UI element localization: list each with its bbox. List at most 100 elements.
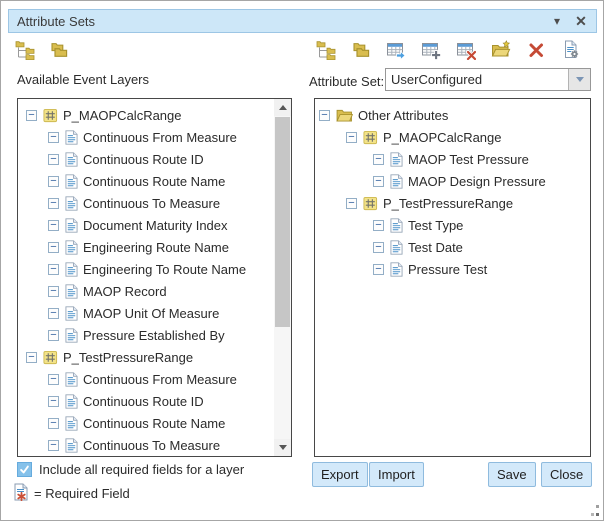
tree-item[interactable]: −MAOP Record [18,280,291,302]
folder-new-icon[interactable] [491,40,511,60]
arrow-down-icon [279,445,287,450]
arrow-up-icon [279,105,287,110]
scroll-down-button[interactable] [274,439,291,456]
collapse-toggle-icon[interactable]: − [48,264,59,275]
vertical-scrollbar[interactable] [274,99,291,456]
include-required-fields-checkbox[interactable] [17,462,32,477]
tree-item[interactable]: − P_TestPressureRange [315,192,590,214]
tree-item[interactable]: −P_MAOPCalcRange [18,104,291,126]
left-toolbar [15,40,69,60]
tree-item[interactable]: − Test Type [315,214,590,236]
collapse-toggle-icon[interactable]: − [26,110,37,121]
required-field-icon [12,483,30,501]
attribute-sets-dialog: Attribute Sets ▾ ✕ Available Event Layer… [0,0,604,521]
collapse-toggle-icon[interactable]: − [48,176,59,187]
collapse-toggle-icon[interactable]: − [48,396,59,407]
collapse-toggle-icon[interactable]: − [48,198,59,209]
collapse-all-icon[interactable] [351,40,371,60]
window-titlebar[interactable]: Attribute Sets ▾ ✕ [8,9,597,33]
collapse-toggle-icon[interactable]: − [48,154,59,165]
tree-item[interactable]: −Other Attributes [315,104,590,126]
collapse-toggle-icon[interactable]: − [346,198,357,209]
collapse-toggle-icon[interactable]: − [48,242,59,253]
tree-item[interactable]: −Continuous Route Name [18,412,291,434]
collapse-all-icon[interactable] [49,40,69,60]
tree-item-label: P_MAOPCalcRange [383,130,502,145]
collapse-toggle-icon[interactable]: − [26,352,37,363]
file-settings-icon[interactable] [561,40,581,60]
field-icon [65,438,78,453]
tree-item[interactable]: −MAOP Test Pressure [315,148,590,170]
tree-item[interactable]: − P_TestPressureRange [18,346,291,368]
collapse-toggle-icon[interactable]: − [373,242,384,253]
collapse-toggle-icon[interactable]: − [48,418,59,429]
table-remove-icon[interactable] [456,40,476,60]
field-icon [65,262,78,277]
event-layer-icon [43,350,58,365]
collapse-toggle-icon[interactable]: − [319,110,330,121]
table-export-icon[interactable] [386,40,406,60]
expand-all-icon[interactable] [316,40,336,60]
collapse-toggle-icon[interactable]: − [48,440,59,451]
tree-item-label: P_TestPressureRange [63,350,193,365]
collapse-toggle-icon[interactable]: − [373,220,384,231]
resize-grip[interactable] [587,505,599,516]
tree-item[interactable]: −Continuous From Measure [18,126,291,148]
collapse-toggle-icon[interactable]: − [373,154,384,165]
attribute-set-tree-panel: −Other Attributes−P_MAOPCalcRange−MAOP T… [314,98,591,457]
tree-item[interactable]: −Pressure Test [315,258,590,280]
close-button[interactable]: Close [541,462,592,487]
tree-item-label: Test Type [408,218,463,233]
field-icon [65,196,78,211]
collapse-toggle-icon[interactable]: − [48,220,59,231]
tree-item-label: Continuous Route Name [83,174,225,189]
field-icon [390,262,403,277]
delete-icon[interactable] [526,40,546,60]
chevron-down-icon [576,77,584,82]
tree-item[interactable]: −MAOP Unit Of Measure [18,302,291,324]
tree-item[interactable]: −Continuous Route ID [18,148,291,170]
collapse-toggle-icon[interactable]: − [48,286,59,297]
table-add-icon[interactable] [421,40,441,60]
collapse-toggle-icon[interactable]: − [48,374,59,385]
expand-all-icon[interactable] [15,40,35,60]
collapse-chevron-icon[interactable]: ▾ [548,10,566,32]
close-icon[interactable]: ✕ [572,10,590,32]
event-layer-icon [43,108,58,123]
field-icon [65,218,78,233]
tree-item[interactable]: −Continuous To Measure [18,192,291,214]
scroll-up-button[interactable] [274,99,291,116]
tree-item[interactable]: − Continuous Route Name [18,170,291,192]
collapse-toggle-icon[interactable]: − [48,132,59,143]
field-icon [390,218,403,233]
tree-item-label: Pressure Established By [83,328,225,343]
tree-item-label: P_TestPressureRange [383,196,513,211]
collapse-toggle-icon[interactable]: − [48,330,59,341]
import-button[interactable]: Import [369,462,424,487]
tree-item[interactable]: −Engineering To Route Name [18,258,291,280]
tree-item[interactable]: −Continuous From Measure [18,368,291,390]
scrollbar-thumb[interactable] [275,117,290,327]
field-icon [65,372,78,387]
tree-item[interactable]: −Test Date [315,236,590,258]
tree-item[interactable]: − P_MAOPCalcRange [315,126,590,148]
tree-item[interactable]: −Continuous Route ID [18,390,291,412]
collapse-toggle-icon[interactable]: − [346,132,357,143]
tree-item[interactable]: −MAOP Design Pressure [315,170,590,192]
available-layers-tree-panel: −P_MAOPCalcRange−Continuous From Measure… [17,98,292,457]
export-button[interactable]: Export [312,462,368,487]
attribute-set-select[interactable]: UserConfigured [385,68,591,91]
tree-item[interactable]: −Engineering Route Name [18,236,291,258]
collapse-toggle-icon[interactable]: − [48,308,59,319]
event-layer-icon [363,130,378,145]
tree-item[interactable]: −Continuous To Measure [18,434,291,456]
save-button[interactable]: Save [488,462,536,487]
tree-item[interactable]: −Document Maturity Index [18,214,291,236]
folder-open-icon [336,109,353,122]
event-layer-icon [363,196,378,211]
dropdown-button[interactable] [568,69,590,90]
collapse-toggle-icon[interactable]: − [373,264,384,275]
collapse-toggle-icon[interactable]: − [373,176,384,187]
tree-item[interactable]: − Pressure Established By [18,324,291,346]
field-icon [65,152,78,167]
